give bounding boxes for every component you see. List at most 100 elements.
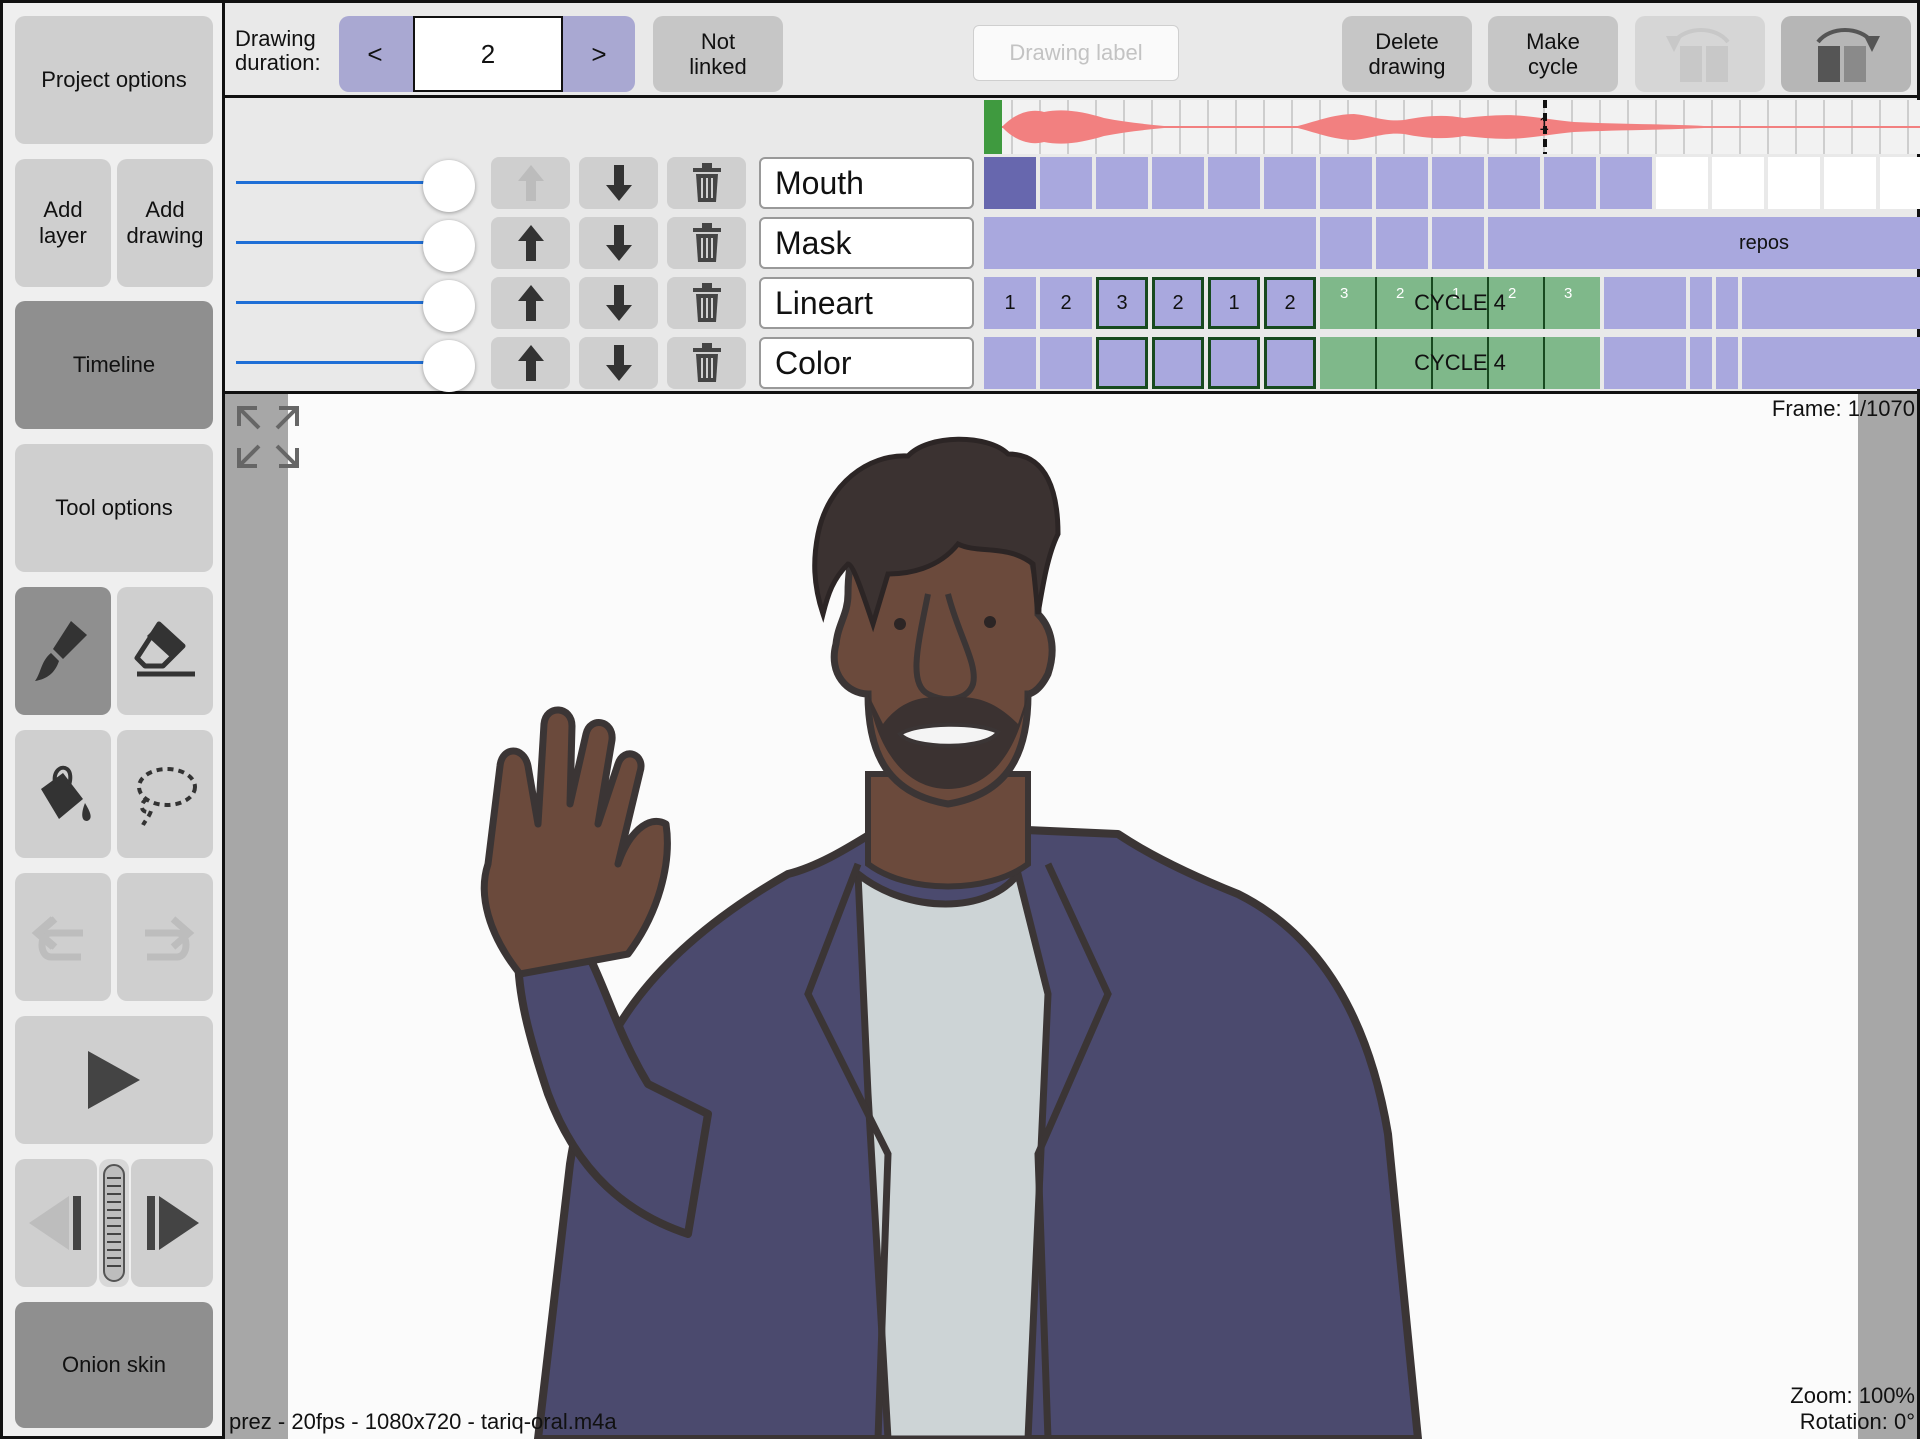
play-button[interactable] xyxy=(15,1016,213,1144)
timeline-cell[interactable] xyxy=(1544,157,1596,209)
opacity-slider-knob[interactable] xyxy=(423,340,475,392)
audio-waveform-ruler[interactable]: 1 xyxy=(984,100,1920,154)
drawing-label-input[interactable]: Drawing label xyxy=(973,25,1179,81)
timeline-cell[interactable] xyxy=(1096,337,1148,389)
project-options-button[interactable]: Project options xyxy=(15,16,213,144)
timeline-cell[interactable] xyxy=(1376,217,1428,269)
arrow-up-icon xyxy=(517,285,544,321)
timeline-cell[interactable]: 1 xyxy=(1208,277,1260,329)
add-layer-button[interactable]: Add layer xyxy=(15,159,111,287)
timeline-cell[interactable] xyxy=(1432,217,1484,269)
move-layer-up-button[interactable] xyxy=(491,277,570,329)
timeline-cell[interactable] xyxy=(1656,157,1708,209)
timeline-cell[interactable] xyxy=(1824,157,1876,209)
opacity-slider-knob[interactable] xyxy=(423,220,475,272)
drawing-stage[interactable] xyxy=(288,394,1858,1439)
move-layer-down-button[interactable] xyxy=(579,157,658,209)
timeline-cell[interactable]: repos xyxy=(1488,217,1920,269)
timeline-cell[interactable]: 2 xyxy=(1152,277,1204,329)
move-layer-up-button[interactable] xyxy=(491,337,570,389)
timeline-cell[interactable] xyxy=(1742,277,1920,329)
timeline-cell[interactable] xyxy=(984,217,1316,269)
move-layer-up-button[interactable] xyxy=(491,217,570,269)
timeline-cell[interactable] xyxy=(1604,337,1686,389)
timeline-cell[interactable] xyxy=(1376,157,1428,209)
onion-skin-button[interactable]: Onion skin xyxy=(15,1302,213,1428)
timeline-cell[interactable] xyxy=(1432,157,1484,209)
opacity-slider-knob[interactable] xyxy=(423,280,475,332)
timeline-cell[interactable] xyxy=(1690,337,1712,389)
delete-layer-button[interactable] xyxy=(667,157,746,209)
timeline-cell[interactable] xyxy=(1600,157,1652,209)
delete-layer-button[interactable] xyxy=(667,337,746,389)
timeline-cell[interactable]: 2 xyxy=(1264,277,1316,329)
delete-drawing-label-2: drawing xyxy=(1368,54,1446,79)
make-cycle-button[interactable]: Make cycle xyxy=(1488,16,1618,92)
fullscreen-toggle-button[interactable] xyxy=(235,404,301,470)
opacity-slider-knob[interactable] xyxy=(423,160,475,212)
timeline-cell[interactable] xyxy=(1320,217,1372,269)
timeline-toggle-button[interactable]: Timeline xyxy=(15,301,213,429)
timeline-cell[interactable] xyxy=(1208,157,1260,209)
tool-options-label: Tool options xyxy=(55,494,173,520)
delete-layer-button[interactable] xyxy=(667,217,746,269)
timeline-cell[interactable] xyxy=(1320,157,1372,209)
timeline-cell[interactable] xyxy=(1152,157,1204,209)
timeline-cell[interactable] xyxy=(1264,337,1316,389)
brush-tool-button[interactable] xyxy=(15,587,111,715)
move-layer-up-button[interactable] xyxy=(491,157,570,209)
canvas-area[interactable]: Frame: 1/1070 prez - 20fps - 1080x720 - … xyxy=(225,394,1920,1439)
move-layer-down-button[interactable] xyxy=(579,217,658,269)
lasso-tool-button[interactable] xyxy=(117,730,213,858)
tool-options-button[interactable]: Tool options xyxy=(15,444,213,572)
next-frame-button[interactable] xyxy=(131,1159,213,1287)
frame-scrub-wheel[interactable] xyxy=(99,1159,129,1287)
timeline-cell[interactable] xyxy=(1604,277,1686,329)
move-layer-down-button[interactable] xyxy=(579,277,658,329)
previous-frame-button[interactable] xyxy=(15,1159,97,1287)
timeline-cell[interactable] xyxy=(1264,157,1316,209)
duration-increment-button[interactable]: > xyxy=(563,16,635,92)
rotate-drawing-right-button[interactable] xyxy=(1781,16,1911,92)
layer-name-field[interactable]: Mask xyxy=(759,217,974,269)
not-linked-button[interactable]: Not linked xyxy=(653,16,783,92)
eraser-icon xyxy=(134,621,195,677)
timeline-cell[interactable]: 2 xyxy=(1040,277,1092,329)
timeline-cell[interactable]: 3 xyxy=(1096,277,1148,329)
timeline-cell[interactable] xyxy=(1716,337,1738,389)
layer-name-field[interactable]: Lineart xyxy=(759,277,974,329)
opacity-slider-track xyxy=(236,301,436,304)
rotate-drawing-left-button[interactable] xyxy=(1635,16,1765,92)
timeline-cell[interactable] xyxy=(1152,337,1204,389)
timeline-cell[interactable] xyxy=(1742,337,1920,389)
timeline-cell[interactable]: 1 xyxy=(984,277,1036,329)
add-layer-label: Add layer xyxy=(39,196,87,248)
timeline-cell[interactable] xyxy=(1712,157,1764,209)
timeline-cell[interactable] xyxy=(1040,157,1092,209)
timeline-cell[interactable] xyxy=(1716,277,1738,329)
timeline-cell[interactable] xyxy=(1768,157,1820,209)
timeline-cell[interactable] xyxy=(1690,277,1712,329)
opacity-slider-track xyxy=(236,181,436,184)
redo-button[interactable] xyxy=(117,873,213,1001)
duration-value-field[interactable]: 2 xyxy=(413,16,563,92)
timeline-cell[interactable] xyxy=(984,157,1036,209)
add-drawing-button[interactable]: Add drawing xyxy=(117,159,213,287)
move-layer-down-button[interactable] xyxy=(579,337,658,389)
audio-waveform xyxy=(984,100,1920,154)
layer-name-field[interactable]: Color xyxy=(759,337,974,389)
eraser-tool-button[interactable] xyxy=(117,587,213,715)
layer-row-mask: Mask repos xyxy=(225,215,1920,272)
timeline-cell[interactable] xyxy=(1096,157,1148,209)
layer-name-field[interactable]: Mouth xyxy=(759,157,974,209)
timeline-cell[interactable] xyxy=(984,337,1036,389)
timeline-cell[interactable] xyxy=(1488,157,1540,209)
delete-layer-button[interactable] xyxy=(667,277,746,329)
timeline-cell[interactable] xyxy=(1880,157,1920,209)
delete-drawing-button[interactable]: Delete drawing xyxy=(1342,16,1472,92)
duration-decrement-button[interactable]: < xyxy=(339,16,411,92)
undo-button[interactable] xyxy=(15,873,111,1001)
timeline-cell[interactable] xyxy=(1208,337,1260,389)
fill-tool-button[interactable] xyxy=(15,730,111,858)
timeline-cell[interactable] xyxy=(1040,337,1092,389)
